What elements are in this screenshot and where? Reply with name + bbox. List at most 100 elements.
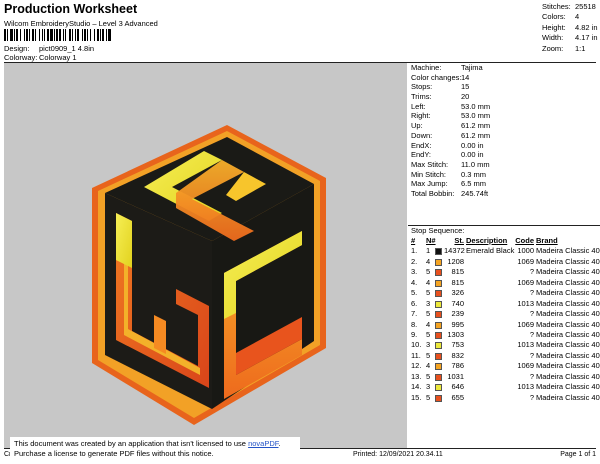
row-brand: Madeira Classic 40 bbox=[536, 267, 600, 277]
row-brand: Madeira Classic 40 bbox=[536, 392, 600, 402]
color-swatch bbox=[435, 300, 442, 308]
table-row: 12. 4 786 1069 Madeira Classic 40 bbox=[408, 361, 600, 371]
color-swatch bbox=[435, 342, 442, 350]
stop-sequence-title: Stop Sequence: bbox=[411, 226, 465, 235]
row-code: 1069 bbox=[517, 361, 534, 371]
col-code: Code bbox=[515, 236, 534, 245]
param-label: Color changes: bbox=[411, 72, 462, 82]
summary-value: 4.82 in bbox=[575, 22, 598, 32]
row-needle: 4 bbox=[426, 361, 431, 371]
param-row: Up: 61.2 mm bbox=[408, 121, 600, 131]
param-row: Trims: 20 bbox=[408, 92, 600, 102]
row-code: ? bbox=[529, 329, 534, 339]
design-label: Design: bbox=[4, 44, 30, 53]
param-label: Right: bbox=[411, 111, 431, 121]
param-value: 53.0 mm bbox=[461, 101, 491, 111]
color-swatch bbox=[435, 248, 442, 256]
row-code: 1069 bbox=[517, 277, 534, 287]
row-num: 12. bbox=[411, 361, 422, 371]
summary-row: Zoom: 1:1 bbox=[542, 44, 598, 54]
color-swatch bbox=[435, 373, 442, 381]
table-row: 11. 5 832? Madeira Classic 40 bbox=[408, 351, 600, 361]
nova-line-1-end: . bbox=[278, 439, 281, 448]
color-swatch bbox=[435, 321, 442, 329]
nova-line-1-text: This document was created by an applicat… bbox=[14, 439, 249, 448]
param-row: Machine: Tajima bbox=[408, 63, 600, 73]
row-brand: Madeira Classic 40 bbox=[536, 246, 600, 256]
color-swatch bbox=[435, 331, 442, 339]
table-row: 1. 1 14372 Emerald Black 1000 Madeira Classic… bbox=[408, 246, 600, 256]
row-num: 15. bbox=[411, 392, 422, 402]
row-stitches: 786 bbox=[451, 361, 464, 371]
row-brand: Madeira Classic 40 bbox=[536, 309, 600, 319]
param-row: Total Bobbin: 245.74ft bbox=[408, 189, 600, 199]
param-value: 14 bbox=[461, 72, 470, 82]
col-description: Description bbox=[466, 236, 508, 245]
summary-label: Colors: bbox=[542, 12, 566, 22]
param-value: 0.00 in bbox=[461, 150, 484, 160]
row-stitches: 1031 bbox=[447, 371, 464, 381]
left-letter-g-bar bbox=[154, 315, 166, 354]
summary-label: Width: bbox=[542, 33, 564, 43]
table-row: 6. 3 740 1013 Madeira Classic 40 bbox=[408, 299, 600, 309]
row-code: ? bbox=[529, 350, 534, 360]
machine-parameters: Machine: Tajima Color changes:14 Stops: 15 Tr… bbox=[408, 63, 600, 199]
row-needle: 5 bbox=[426, 309, 431, 319]
row-stitches: 815 bbox=[451, 267, 464, 277]
color-swatch bbox=[435, 363, 442, 371]
row-brand: Madeira Classic 40 bbox=[536, 340, 600, 350]
param-label: Total Bobbin: bbox=[411, 188, 455, 198]
row-code: ? bbox=[529, 309, 534, 319]
colorway-value: Colorway 1 bbox=[39, 53, 77, 62]
param-row: Right: 53.0 mm bbox=[408, 111, 600, 121]
param-value: 0.00 in bbox=[461, 140, 484, 150]
param-row: Max Stitch: 11.0 mm bbox=[408, 160, 600, 170]
row-code: 1013 bbox=[517, 382, 534, 392]
row-stitches: 815 bbox=[451, 277, 464, 287]
summary-value: 4 bbox=[575, 12, 580, 22]
printed-date: Printed: 12/09/2021 20.34.11 bbox=[353, 451, 443, 458]
row-needle: 3 bbox=[426, 382, 431, 392]
row-num: 13. bbox=[411, 371, 422, 381]
param-value: 61.2 mm bbox=[461, 121, 491, 131]
row-num: 7. bbox=[411, 309, 418, 319]
row-num: 9. bbox=[411, 329, 418, 339]
novapdf-notice: This document was created by an applicat… bbox=[10, 437, 300, 461]
row-needle: 4 bbox=[426, 319, 431, 329]
row-brand: Madeira Classic 40 bbox=[536, 256, 600, 266]
row-brand: Madeira Classic 40 bbox=[536, 277, 600, 287]
row-needle: 5 bbox=[426, 288, 431, 298]
row-num: 6. bbox=[411, 298, 418, 308]
row-stitches: 326 bbox=[451, 288, 464, 298]
col-stitches: St. bbox=[454, 236, 464, 245]
col-needle: N# bbox=[426, 236, 436, 245]
param-row: EndX: 0.00 in bbox=[408, 141, 600, 151]
novapdf-link[interactable]: novaPDF bbox=[248, 439, 278, 448]
param-value: Tajima bbox=[461, 63, 483, 72]
param-row: Down: 61.2 mm bbox=[408, 131, 600, 141]
col-brand: Brand bbox=[536, 236, 558, 245]
param-label: Stops: bbox=[411, 82, 433, 92]
row-num: 5. bbox=[411, 288, 418, 298]
param-label: Trims: bbox=[411, 92, 432, 102]
summary-value: 25518 bbox=[575, 2, 596, 11]
row-brand: Madeira Classic 40 bbox=[536, 298, 600, 308]
color-swatch bbox=[435, 384, 442, 392]
summary-row: Height: 4.82 in bbox=[542, 23, 598, 33]
row-code: ? bbox=[529, 288, 534, 298]
row-code: ? bbox=[529, 392, 534, 402]
table-row: 10. 3 753 1013 Madeira Classic 40 bbox=[408, 340, 600, 350]
param-label: EndY: bbox=[411, 150, 432, 160]
design-preview bbox=[4, 63, 407, 448]
table-row: 14. 3 646 1013 Madeira Classic 40 bbox=[408, 382, 600, 392]
row-code: 1000 bbox=[517, 246, 534, 256]
barcode bbox=[4, 29, 111, 41]
nova-line-2: Purchase a license to generate PDF files… bbox=[14, 449, 214, 458]
col-num: # bbox=[411, 236, 416, 245]
row-code: 1069 bbox=[517, 256, 534, 266]
embroidery-cube-design bbox=[92, 125, 326, 425]
param-value: 53.0 mm bbox=[461, 111, 491, 121]
summary-row: Stitches: 25518 bbox=[542, 2, 598, 12]
row-needle: 5 bbox=[426, 371, 431, 381]
color-swatch bbox=[435, 311, 442, 319]
